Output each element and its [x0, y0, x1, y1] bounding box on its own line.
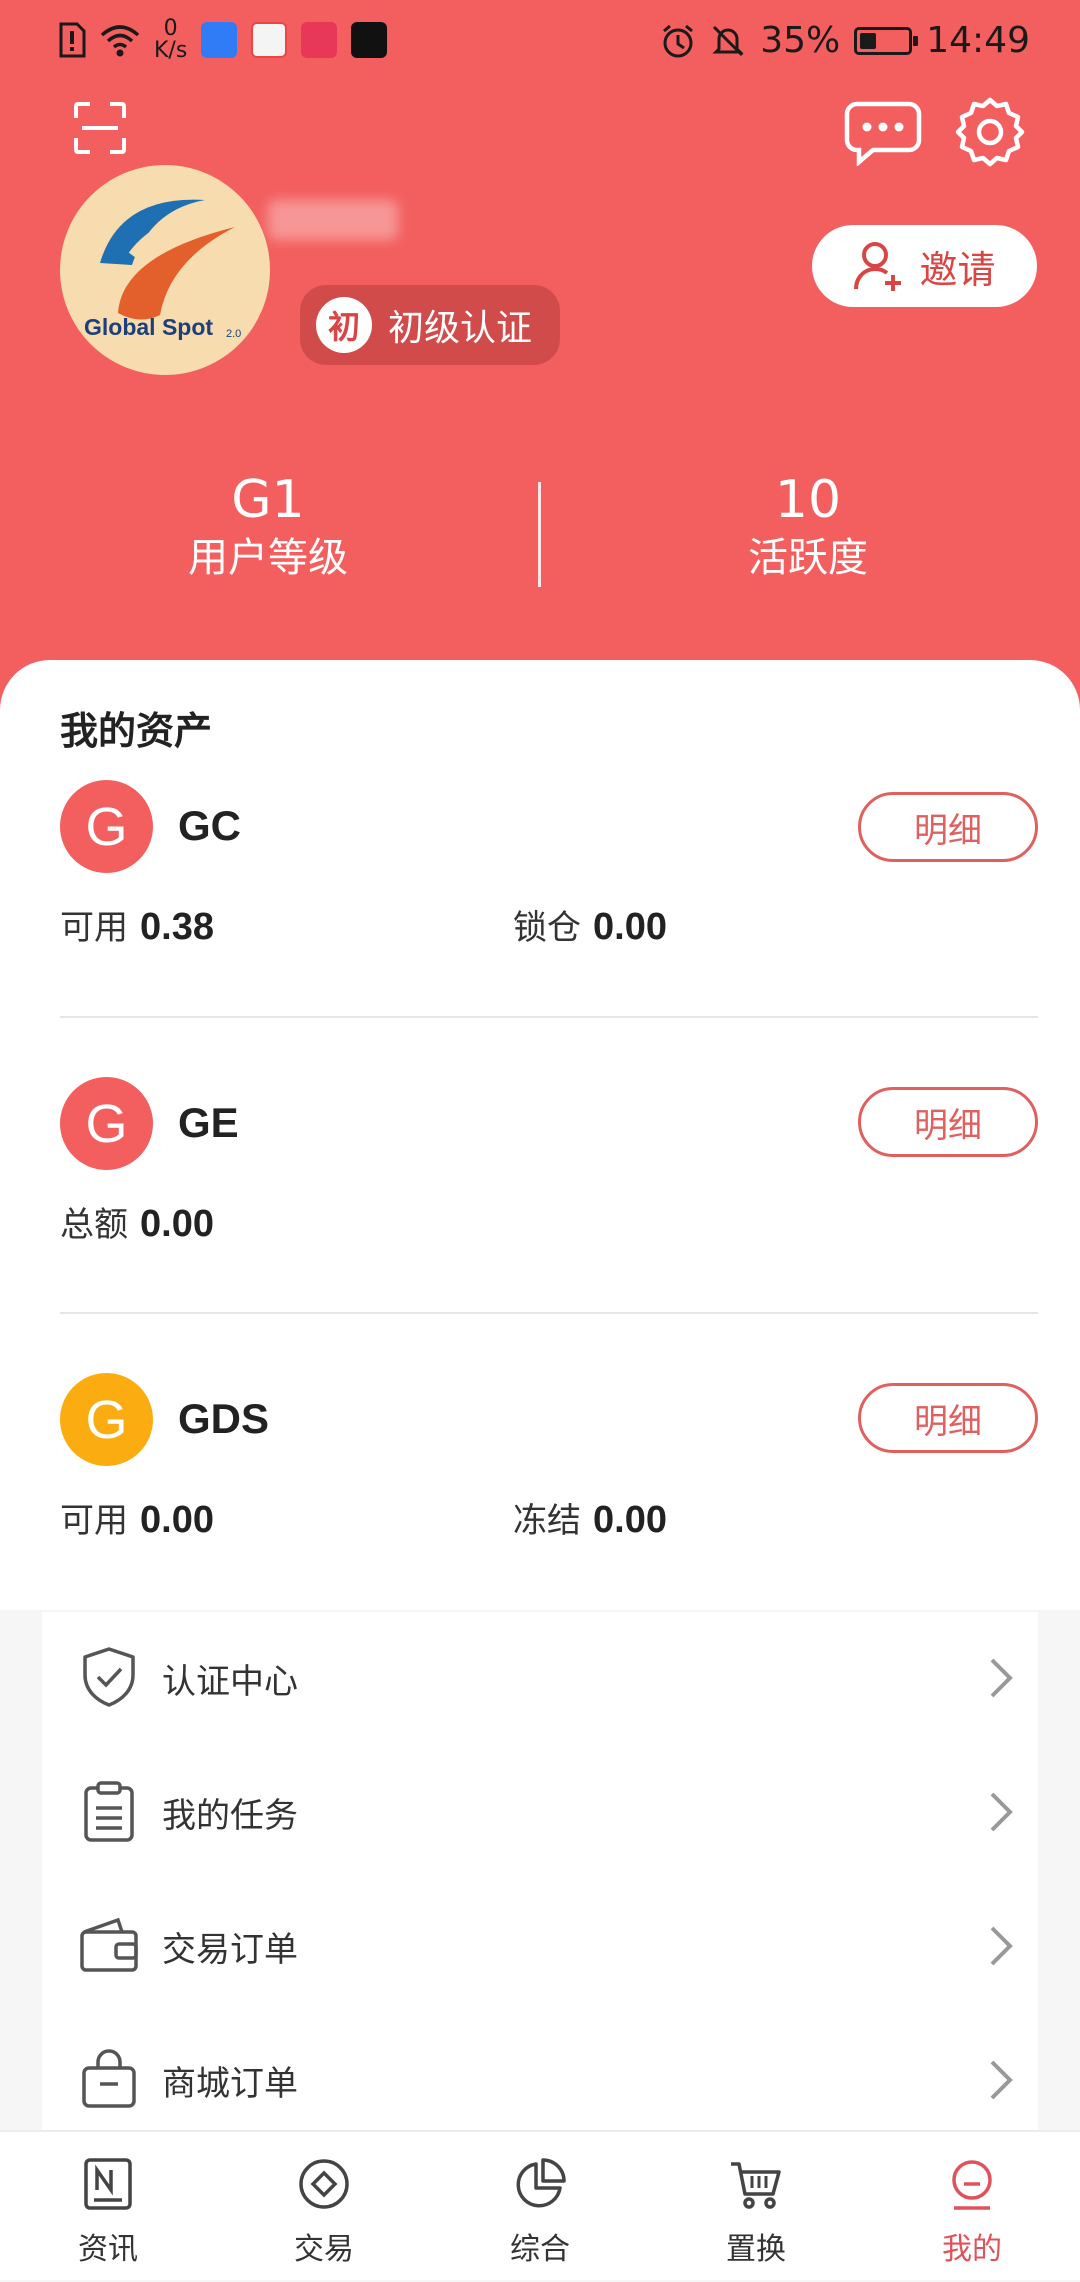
scan-button[interactable] — [64, 92, 136, 164]
shopping-bag-icon — [82, 2049, 136, 2108]
cert-level-label: 初级认证 — [388, 308, 533, 349]
tab-label: 资讯 — [78, 2232, 138, 2267]
coin-name: GDS — [178, 1395, 270, 1442]
assets-card: 我的资产 G GC 明细 可用 0.38 锁仓 0.00 G GE 明细 总额 0.0… — [0, 660, 1080, 1610]
avatar[interactable]: Global Spot 2.0 — [60, 165, 270, 375]
coin-name: GE — [178, 1099, 239, 1146]
battery-percent: 35% — [760, 20, 841, 61]
menu-item-certification[interactable]: 认证中心 — [42, 1612, 1038, 1746]
gc-detail-button[interactable]: 明细 — [858, 792, 1038, 862]
trade-icon — [299, 2159, 349, 2209]
menu-label: 我的任务 — [162, 1796, 298, 1836]
cert-level-icon: 初 — [316, 297, 372, 353]
scan-icon — [74, 102, 126, 154]
user-level-label: 用户等级 — [188, 535, 348, 581]
gc-locked: 锁仓 0.00 — [513, 906, 667, 948]
stat-user-level[interactable]: G1 用户等级 — [108, 470, 428, 586]
asset-gc: G GC 明细 可用 0.38 锁仓 0.00 — [0, 780, 1080, 980]
alarm-icon — [663, 24, 694, 57]
profile-icon — [952, 2160, 992, 2210]
menu-label: 交易订单 — [162, 1930, 298, 1970]
battery-icon — [854, 26, 919, 55]
asset-divider — [60, 1016, 1038, 1018]
tab-label: 置换 — [726, 2232, 786, 2267]
status-bar: 0 K/s 35% 14:49 — [0, 0, 1080, 90]
settings-button[interactable] — [950, 92, 1030, 172]
ge-detail-button[interactable]: 明细 — [858, 1087, 1038, 1157]
tab-exchange[interactable]: 置换 — [648, 2132, 864, 2282]
coin-icon: G — [60, 780, 153, 873]
chevron-right-icon — [990, 1926, 1013, 1966]
user-level-value: G1 — [231, 470, 305, 530]
gear-icon — [955, 97, 1025, 167]
gds-available: 可用 0.00 — [60, 1499, 214, 1541]
coin-icon: G — [60, 1077, 153, 1170]
stats-divider — [538, 482, 541, 587]
cart-icon — [731, 2162, 781, 2209]
tieba-app-icon — [201, 22, 238, 58]
wallet-icon — [80, 1917, 138, 1972]
pie-chart-icon — [516, 2158, 566, 2208]
chat-bubble-icon — [844, 101, 922, 166]
net-speed: 0 K/s — [154, 16, 188, 63]
activity-label: 活跃度 — [748, 535, 868, 581]
assets-title: 我的资产 — [60, 709, 213, 753]
menu-list: 认证中心 我的任务 交易订单 商城订单 — [42, 1612, 1038, 2132]
news-icon — [84, 2158, 132, 2210]
svg-text:Global Spot: Global Spot — [84, 314, 213, 340]
gds-detail-button[interactable]: 明细 — [858, 1383, 1038, 1453]
activity-value: 10 — [774, 470, 842, 530]
gds-frozen: 冻结 0.00 — [513, 1499, 667, 1541]
messages-button[interactable] — [842, 98, 924, 168]
svg-text:2.0: 2.0 — [226, 328, 241, 340]
tab-overview[interactable]: 综合 — [432, 2132, 648, 2282]
map-app-icon — [251, 22, 288, 58]
coin-icon: G — [60, 1373, 153, 1466]
tiktok-app-icon — [351, 22, 388, 58]
menu-item-mall-orders[interactable]: 商城订单 — [42, 2014, 1038, 2148]
chevron-right-icon — [990, 1792, 1013, 1832]
asset-gds: G GDS 明细 可用 0.00 冻结 0.00 — [0, 1373, 1080, 1573]
tab-trade[interactable]: 交易 — [216, 2132, 432, 2282]
stat-activity[interactable]: 10 活跃度 — [648, 470, 968, 586]
bottom-tab-bar: 资讯 交易 综合 置换 我的 — [0, 2130, 1080, 2280]
menu-label: 认证中心 — [162, 1662, 298, 1702]
ge-total: 总额 0.00 — [60, 1203, 214, 1245]
tab-label: 交易 — [294, 2232, 354, 2267]
asset-divider — [60, 1312, 1038, 1314]
asset-ge: G GE 明细 总额 0.00 — [0, 1077, 1080, 1277]
wifi-icon — [100, 25, 140, 57]
tab-news[interactable]: 资讯 — [0, 2132, 216, 2282]
chevron-right-icon — [990, 2060, 1013, 2100]
username-blurred — [268, 200, 398, 240]
shield-check-icon — [83, 1647, 135, 1707]
invite-button[interactable]: 邀请 — [812, 225, 1037, 307]
coin-name: GC — [178, 802, 241, 849]
add-user-icon — [854, 242, 902, 291]
mute-bell-icon — [712, 25, 744, 56]
menu-item-trade-orders[interactable]: 交易订单 — [42, 1880, 1038, 2014]
chat-app-icon — [301, 22, 338, 58]
clipboard-icon — [84, 1781, 134, 1842]
clock: 14:49 — [926, 20, 1030, 61]
gc-available: 可用 0.38 — [60, 906, 214, 948]
menu-item-tasks[interactable]: 我的任务 — [42, 1746, 1038, 1880]
certification-badge[interactable]: 初 初级认证 — [300, 285, 560, 365]
invite-label: 邀请 — [919, 247, 996, 292]
menu-label: 商城订单 — [162, 2064, 298, 2104]
tab-label: 我的 — [942, 2232, 1002, 2267]
chevron-right-icon — [990, 1658, 1013, 1698]
global-spot-logo: Global Spot 2.0 — [84, 199, 241, 340]
tab-profile[interactable]: 我的 — [864, 2132, 1080, 2282]
tab-label: 综合 — [510, 2232, 570, 2267]
sim-alert-icon — [59, 22, 86, 58]
